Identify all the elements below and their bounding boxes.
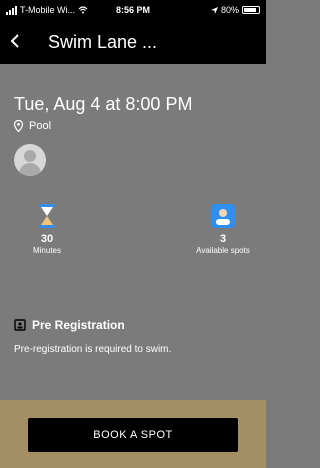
stat-spots: 3 Available spots (180, 204, 266, 255)
event-datetime: Tue, Aug 4 at 8:00 PM (14, 94, 193, 114)
status-right: 80% (210, 5, 260, 15)
person-badge-icon (211, 204, 235, 228)
wifi-icon (78, 6, 88, 14)
event-details: Tue, Aug 4 at 8:00 PM Pool 30 Minutes 3 … (0, 64, 266, 400)
back-button[interactable] (10, 32, 38, 53)
status-left: T-Mobile Wi... (6, 5, 88, 15)
prereg-title: Pre Registration (14, 318, 125, 332)
hourglass-icon (39, 204, 55, 228)
status-time: 8:56 PM (115, 5, 151, 15)
chevron-left-icon (10, 33, 19, 48)
battery-percentage: 80% (220, 5, 239, 15)
prereg-description: Pre-registration is required to swim. (14, 344, 172, 355)
signal-icon (6, 5, 17, 15)
battery-icon (242, 6, 260, 14)
carrier-label: T-Mobile Wi... (20, 5, 76, 15)
spots-value: 3 (219, 233, 227, 245)
duration-value: 30 (40, 233, 54, 245)
badge-icon (14, 319, 26, 331)
avatar (14, 144, 46, 176)
book-spot-button[interactable]: BOOK A SPOT (28, 418, 238, 452)
map-pin-icon (14, 120, 23, 132)
location-arrow-icon (210, 6, 218, 14)
footer: BOOK A SPOT (0, 400, 266, 468)
spots-label: Available spots (196, 246, 250, 255)
nav-bar: Swim Lane ... (0, 20, 266, 64)
event-location: Pool (14, 120, 51, 132)
status-bar: T-Mobile Wi... 8:56 PM 80% (0, 0, 266, 20)
prereg-title-label: Pre Registration (32, 318, 125, 332)
duration-label: Minutes (32, 246, 61, 255)
location-label: Pool (29, 120, 52, 132)
page-title: Swim Lane ... (48, 31, 158, 52)
stat-duration: 30 Minutes (22, 204, 72, 255)
